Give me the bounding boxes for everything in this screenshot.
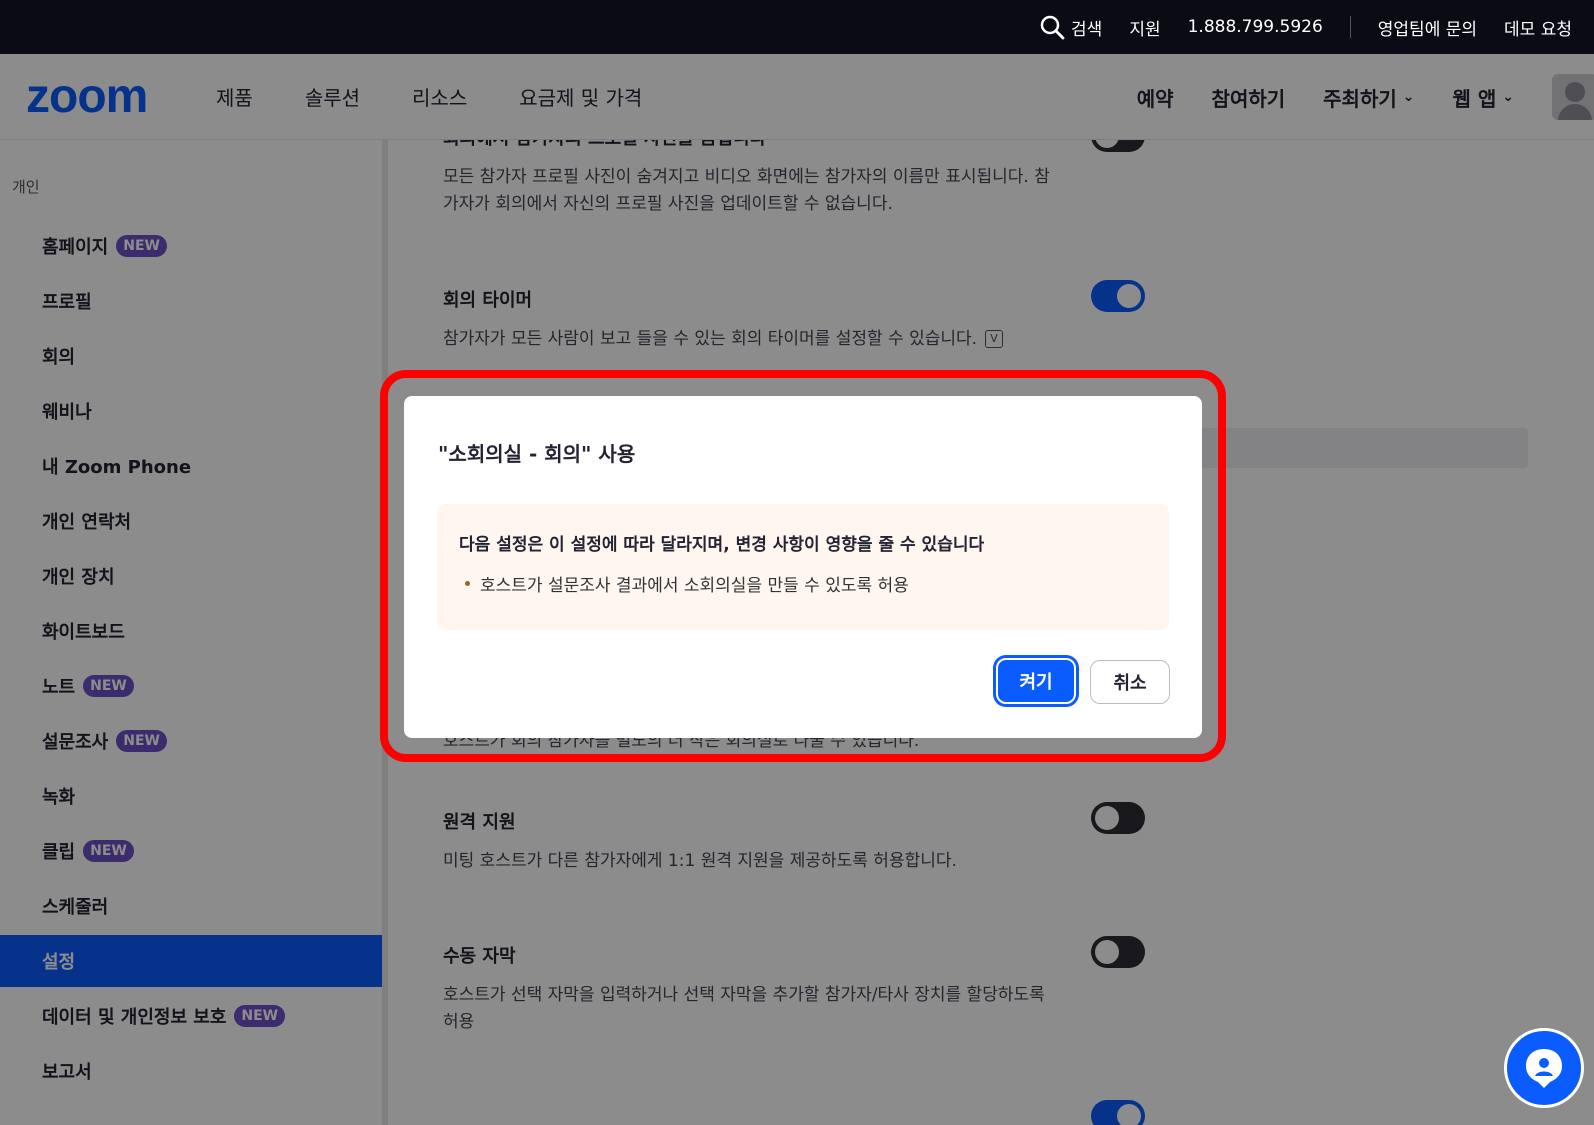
highlight-annotation bbox=[380, 370, 1226, 762]
divider bbox=[1349, 16, 1351, 38]
overlay-nav bbox=[0, 54, 1594, 140]
search-link[interactable]: 검색 bbox=[1039, 14, 1102, 40]
search-label: 검색 bbox=[1071, 19, 1103, 40]
search-icon bbox=[1040, 15, 1065, 40]
chat-button[interactable] bbox=[1504, 1028, 1584, 1108]
phone-link[interactable]: 1.888.799.5926 bbox=[1188, 17, 1323, 37]
top-utility-bar: 검색 지원 1.888.799.5926 영업팀에 문의 데모 요청 bbox=[0, 0, 1594, 54]
request-demo-link[interactable]: 데모 요청 bbox=[1504, 15, 1572, 40]
support-link[interactable]: 지원 bbox=[1129, 15, 1160, 40]
contact-sales-link[interactable]: 영업팀에 문의 bbox=[1378, 15, 1477, 40]
chatbot-icon bbox=[1526, 1049, 1562, 1088]
